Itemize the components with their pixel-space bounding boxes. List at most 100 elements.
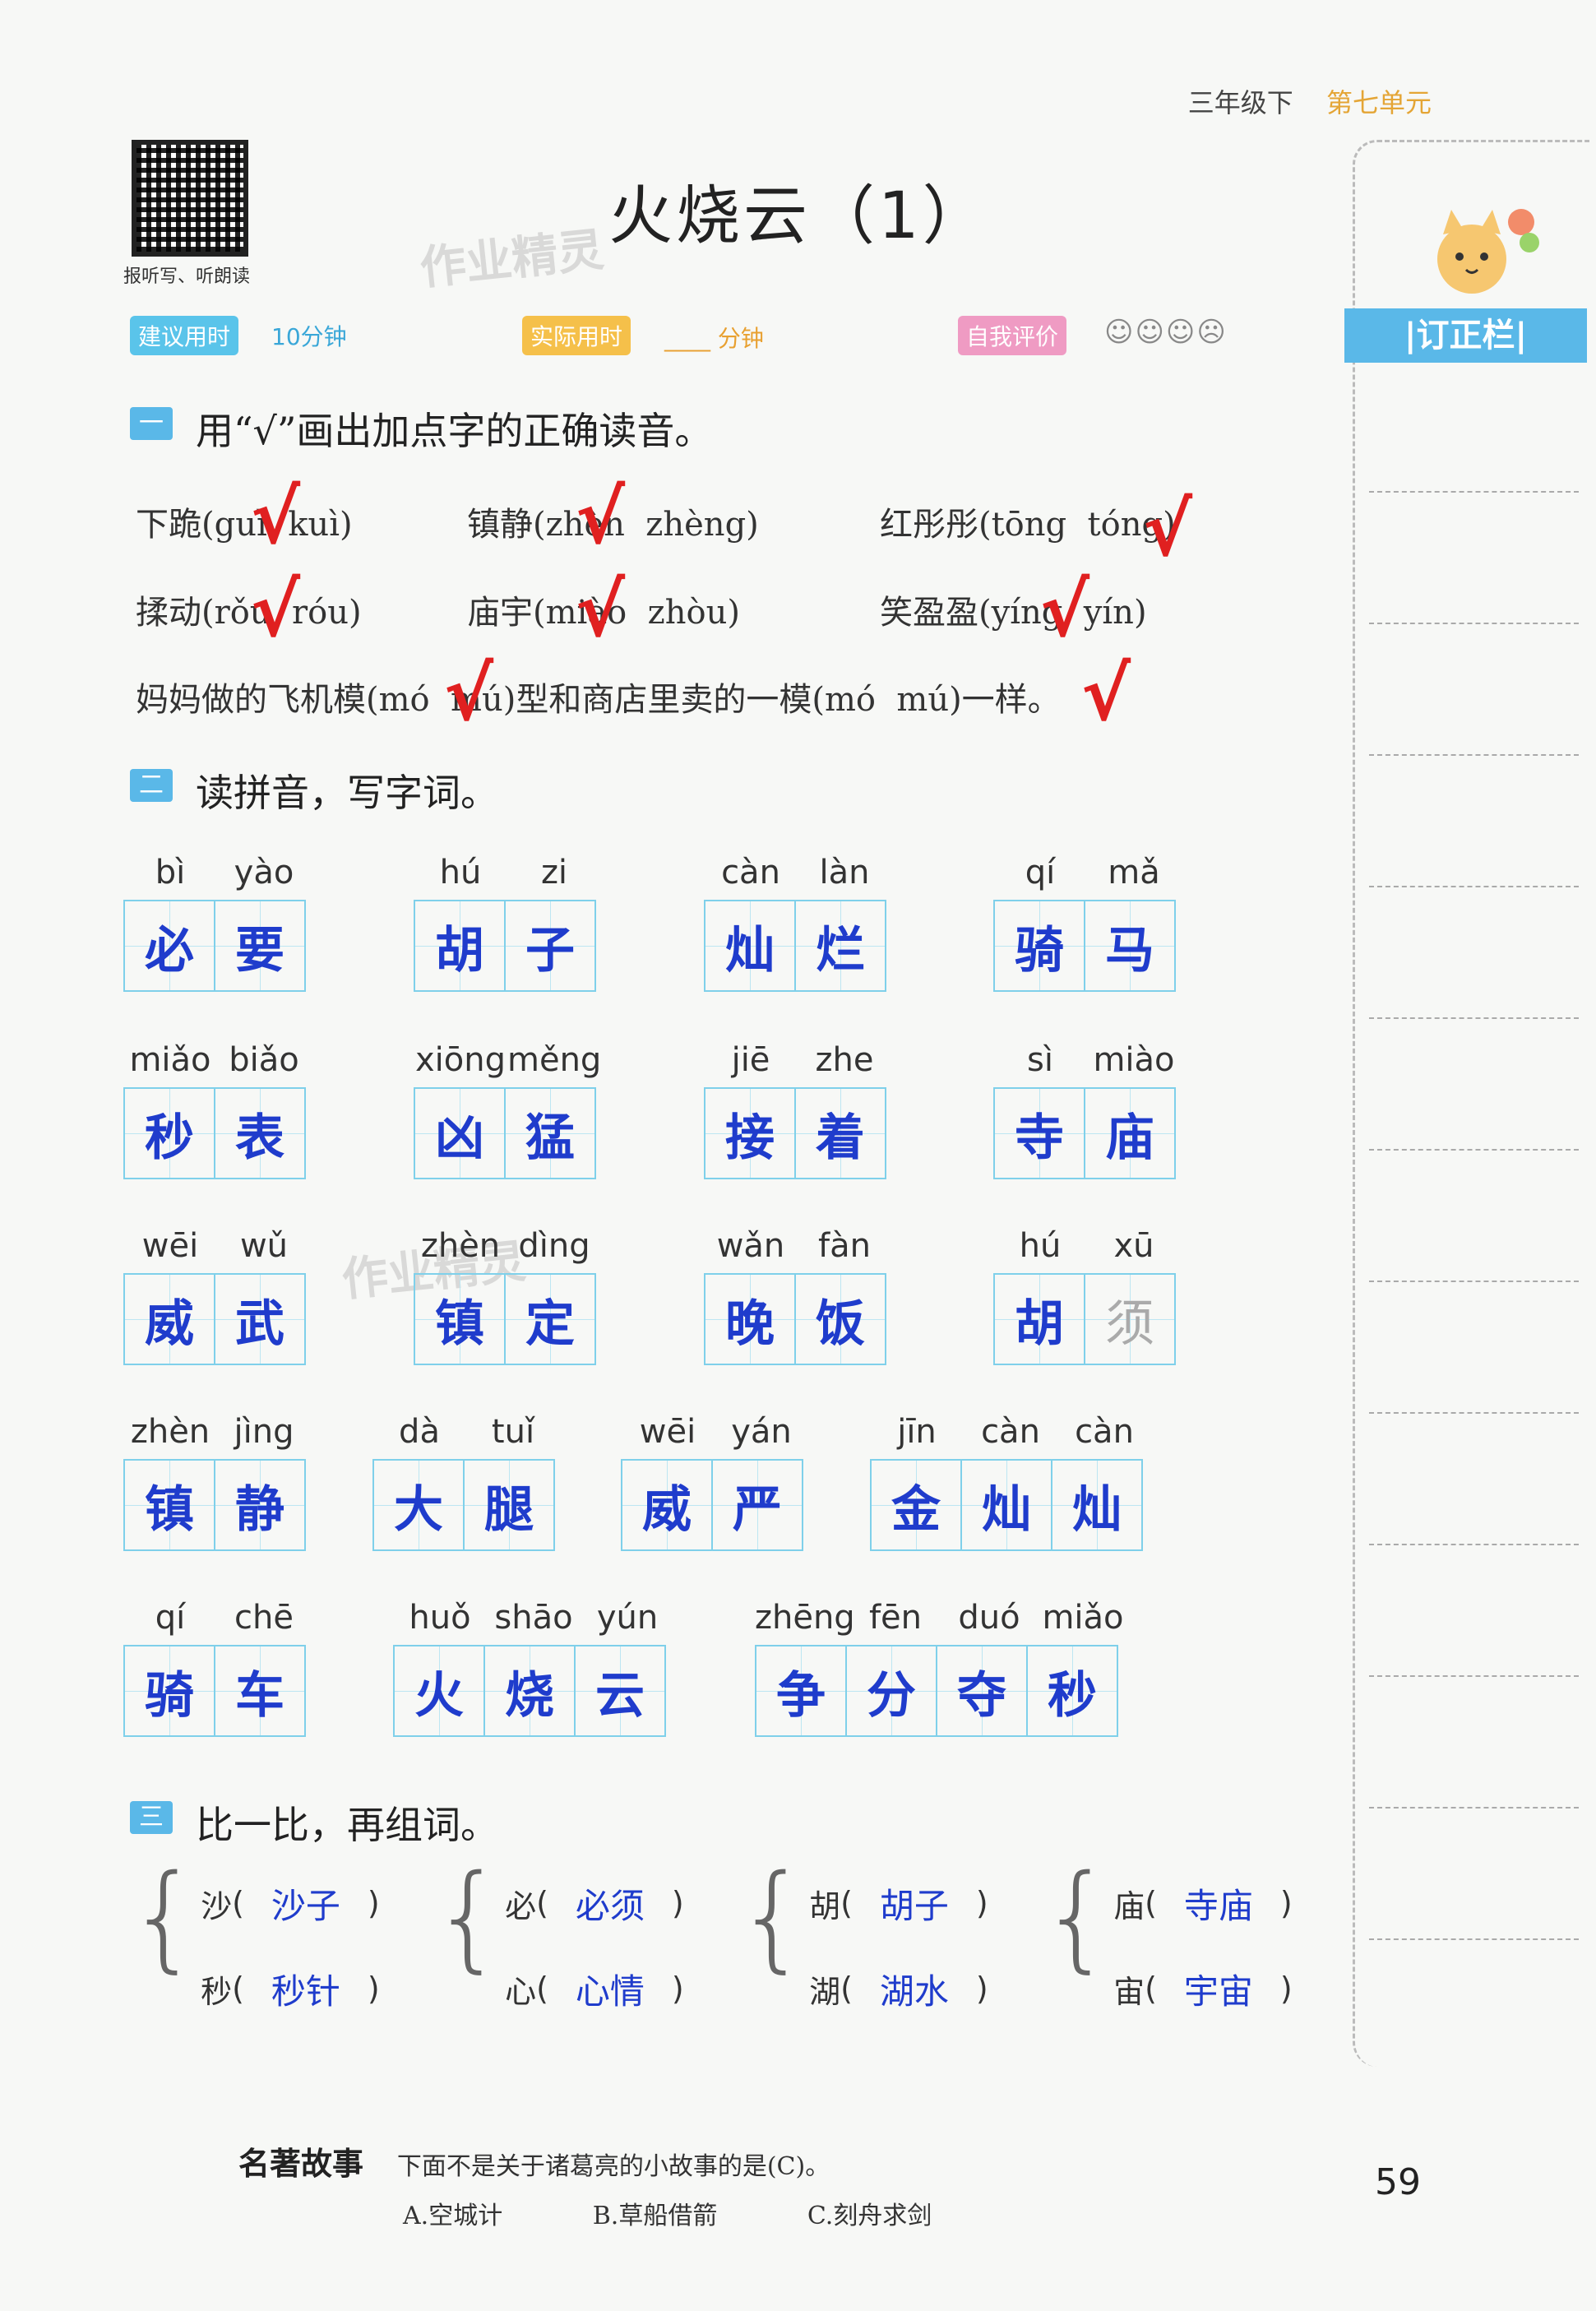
char-box[interactable]: 灿 [704, 900, 796, 992]
char-box[interactable]: 争 [755, 1645, 847, 1737]
pinyin: duó [958, 1599, 1020, 1637]
pinyin-item: 红彤彤(tōng tóng) [880, 506, 1176, 544]
char-box[interactable]: 饭 [794, 1273, 886, 1365]
pinyin-word: dà tuǐ 大腿 [372, 1413, 560, 1551]
correction-line [1369, 1149, 1579, 1151]
compare-answer[interactable]: 秒针 [244, 1964, 368, 2014]
check-mark-icon: √ [576, 475, 626, 561]
char-box[interactable]: 镇 [414, 1273, 506, 1365]
char-box[interactable]: 金 [870, 1459, 962, 1551]
story-label: 名著故事 [238, 2146, 364, 2182]
char-box[interactable]: 骑 [993, 900, 1085, 992]
pinyin: wēi [639, 1413, 696, 1451]
pinyin: hú [439, 854, 482, 892]
cat-mascot-icon [1437, 209, 1539, 294]
pinyin-word: wēi wǔ 威武 [123, 1227, 311, 1365]
char-box[interactable]: 威 [621, 1459, 713, 1551]
story-option[interactable]: B.草船借箭 [593, 2202, 718, 2230]
char-box[interactable]: 晚 [704, 1273, 796, 1365]
pinyin: fàn [818, 1227, 871, 1265]
compare-answer[interactable]: 必须 [548, 1878, 672, 1929]
pinyin: xū [1113, 1227, 1154, 1265]
char-box[interactable]: 严 [711, 1459, 803, 1551]
pinyin: chē [234, 1599, 294, 1637]
pinyin: qí [155, 1599, 186, 1637]
pinyin-word: hú zi 胡子 [414, 854, 601, 992]
emoji-faces-icon[interactable]: ☺☺☺☹ [1104, 316, 1228, 349]
char-box[interactable]: 胡 [414, 900, 506, 992]
char-box[interactable]: 表 [214, 1087, 306, 1179]
char-box[interactable]: 马 [1084, 900, 1176, 992]
char-box[interactable]: 接 [704, 1087, 796, 1179]
char-box[interactable]: 子 [504, 900, 596, 992]
char-box[interactable]: 猛 [504, 1087, 596, 1179]
char-box[interactable]: 要 [214, 900, 306, 992]
pinyin: měng [507, 1041, 602, 1079]
pinyin-word: qí chē 骑车 [123, 1599, 311, 1737]
compare-answer[interactable]: 沙子 [244, 1878, 368, 1929]
compare-answer[interactable]: 宇宙 [1157, 1964, 1280, 2014]
pinyin-word: jīn càn càn 金灿灿 [870, 1413, 1151, 1551]
compare-answer[interactable]: 湖水 [853, 1964, 976, 2014]
compare-char: 沙 [201, 1887, 233, 1924]
char-box[interactable]: 车 [214, 1645, 306, 1737]
compare-char: 心 [505, 1973, 537, 2010]
char-box[interactable]: 烂 [794, 900, 886, 992]
char-box[interactable]: 武 [214, 1273, 306, 1365]
pinyin: tuǐ [491, 1413, 535, 1451]
story-option[interactable]: A.空城计 [403, 2202, 502, 2230]
char-box[interactable]: 火 [393, 1645, 485, 1737]
actual-time-value: ____ 分钟 [664, 325, 764, 352]
char-box[interactable]: 寺 [993, 1087, 1085, 1179]
char-box[interactable]: 云 [574, 1645, 666, 1737]
qr-code[interactable] [132, 140, 248, 257]
self-eval-tag: 自我评价 [958, 316, 1067, 355]
story-option[interactable]: C.刻舟求剑 [807, 2202, 932, 2230]
correction-line [1369, 1938, 1579, 1940]
char-box[interactable]: 必 [123, 900, 215, 992]
compare-group: { 必(必须) 心(心情) [432, 1860, 684, 2031]
compare-answer[interactable]: 心情 [548, 1964, 672, 2014]
pinyin-word: hú xū 胡须 [993, 1227, 1181, 1365]
pinyin-word: zhēng fēn duó miǎo 争分夺秒 [755, 1599, 1130, 1737]
char-box[interactable]: 秒 [123, 1087, 215, 1179]
char-box[interactable]: 秒 [1026, 1645, 1118, 1737]
char-box[interactable]: 庙 [1084, 1087, 1176, 1179]
grade-unit-header: 三年级下 第七单元 [1188, 82, 1432, 120]
pinyin: zi [540, 854, 568, 892]
char-box[interactable]: 凶 [414, 1087, 506, 1179]
pinyin: dìng [518, 1227, 590, 1265]
char-box[interactable]: 镇 [123, 1459, 215, 1551]
correction-line [1369, 1017, 1579, 1019]
compare-group: { 胡(胡子) 湖(湖水) [736, 1860, 988, 2031]
char-box[interactable]: 须 [1084, 1273, 1176, 1365]
char-box[interactable]: 骑 [123, 1645, 215, 1737]
char-box[interactable]: 威 [123, 1273, 215, 1365]
brace-icon: { [432, 1850, 506, 1984]
char-box[interactable]: 腿 [463, 1459, 555, 1551]
compare-char: 庙 [1113, 1887, 1145, 1924]
compare-answer[interactable]: 胡子 [853, 1878, 976, 1929]
pinyin-word: qí mǎ 骑马 [993, 854, 1181, 992]
actual-time-tag: 实际用时 [522, 316, 631, 355]
char-box[interactable]: 静 [214, 1459, 306, 1551]
compare-answer[interactable]: 寺庙 [1157, 1878, 1280, 1929]
correction-line [1369, 623, 1579, 624]
qr-label: 报听写、听朗读 [123, 266, 251, 287]
char-box[interactable]: 胡 [993, 1273, 1085, 1365]
correction-line [1369, 886, 1579, 887]
char-box[interactable]: 大 [372, 1459, 465, 1551]
pinyin: zhèn [420, 1227, 501, 1265]
pinyin-item: 笑盈盈(yíng yín) [880, 594, 1147, 632]
pinyin: shāo [494, 1599, 573, 1637]
char-box[interactable]: 定 [504, 1273, 596, 1365]
char-box[interactable]: 分 [845, 1645, 937, 1737]
char-box[interactable]: 烧 [483, 1645, 576, 1737]
char-box[interactable]: 灿 [1051, 1459, 1143, 1551]
brace-icon: { [1040, 1850, 1114, 1984]
char-box[interactable]: 灿 [960, 1459, 1052, 1551]
char-box[interactable]: 着 [794, 1087, 886, 1179]
char-box[interactable]: 夺 [936, 1645, 1028, 1737]
pinyin: jìng [234, 1413, 294, 1451]
brace-icon: { [127, 1850, 201, 1984]
